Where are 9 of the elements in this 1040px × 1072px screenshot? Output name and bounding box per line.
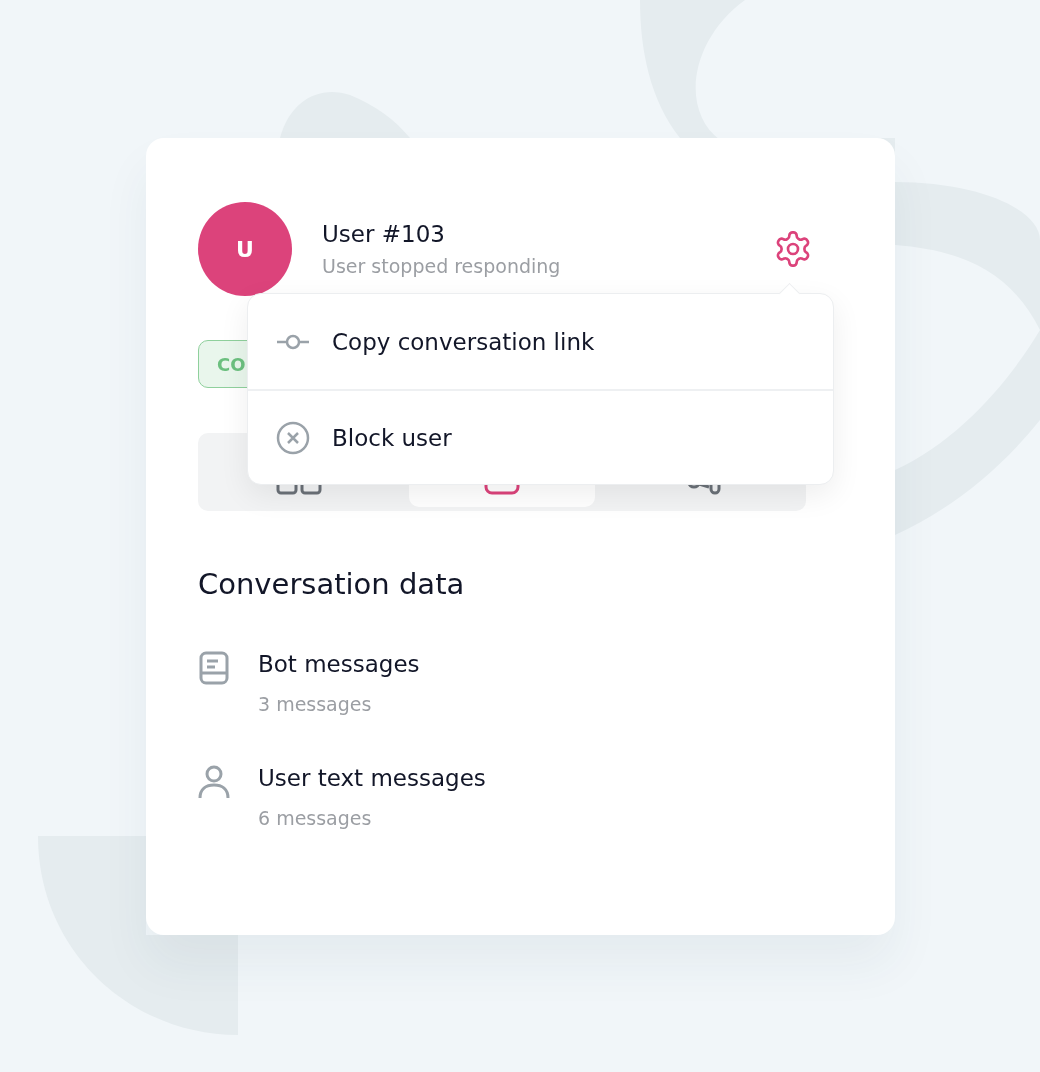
avatar: U	[198, 202, 292, 296]
user-name: User #103	[322, 221, 446, 247]
item-count: 3 messages	[258, 693, 373, 715]
user-status: User stopped responding	[322, 255, 562, 277]
item-title: Bot messages	[258, 651, 420, 677]
item-count: 6 messages	[258, 807, 373, 829]
badge-label: CO	[217, 353, 246, 375]
section-title: Conversation data	[198, 567, 466, 601]
item-title: User text messages	[258, 765, 486, 791]
